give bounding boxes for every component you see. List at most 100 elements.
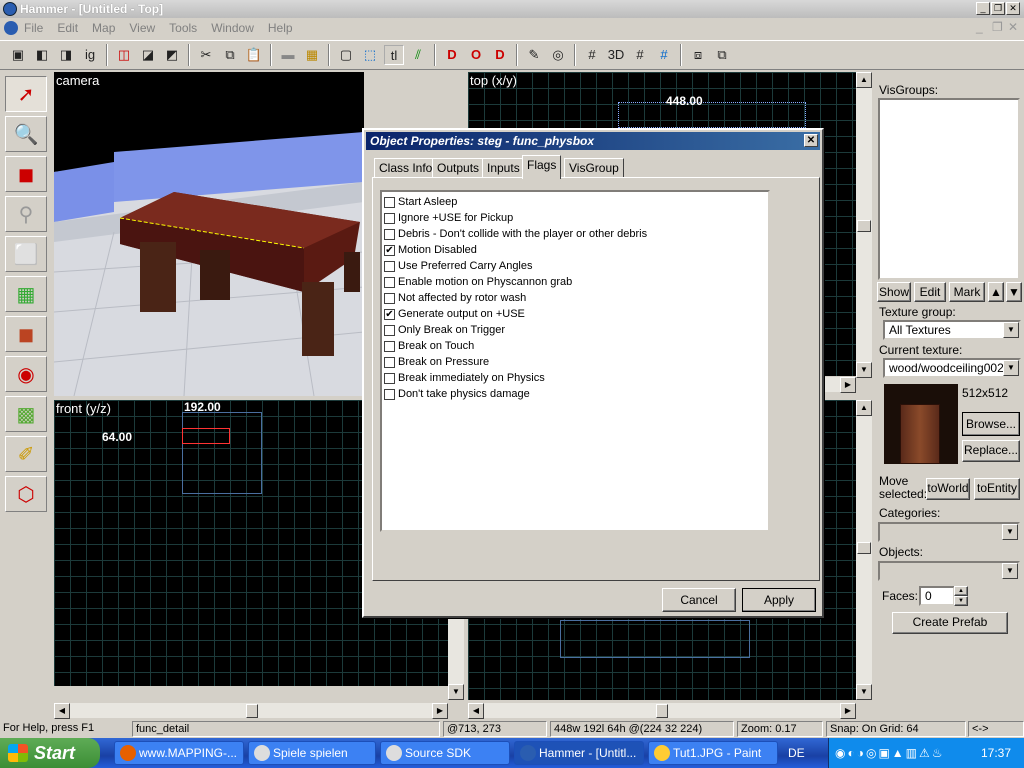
to-world-button[interactable]: toWorld — [926, 478, 970, 500]
clip-icon[interactable]: ✎ — [524, 45, 544, 65]
copy-icon[interactable]: ⧉ — [220, 45, 240, 65]
3d-grid-icon[interactable]: 3D — [606, 45, 626, 65]
restore-button[interactable]: ❐ — [991, 2, 1005, 15]
flag-checkbox[interactable] — [384, 324, 395, 336]
scroll-left-icon[interactable]: ◀ — [54, 703, 70, 719]
menu-window[interactable]: Window — [211, 21, 254, 35]
flag-row[interactable]: Use Preferred Carry Angles — [384, 258, 533, 274]
dr-icon[interactable]: D — [490, 45, 510, 65]
ungroup-icon[interactable]: ◪ — [138, 45, 158, 65]
title-bar[interactable]: Hammer - [Untitled - Top] _ ❐ ✕ — [0, 0, 1024, 18]
apply-button[interactable]: Apply — [742, 588, 816, 612]
front-selection-box[interactable] — [182, 428, 230, 444]
texture-app-tool-icon[interactable]: ▦ — [5, 276, 47, 312]
run-icon[interactable]: ◎ — [548, 45, 568, 65]
chevron-down-icon[interactable]: ▼ — [1003, 360, 1019, 376]
flag-row[interactable]: Break immediately on Physics — [384, 370, 545, 386]
cancel-button[interactable]: Cancel — [662, 588, 736, 612]
tab-inputs[interactable]: Inputs — [482, 158, 525, 178]
show-button[interactable]: Show — [877, 282, 911, 302]
camera-viewport[interactable]: camera — [54, 72, 364, 396]
apply-texture-tool-icon[interactable]: ◼ — [5, 316, 47, 352]
align2-icon[interactable]: ⧉ — [712, 45, 732, 65]
flag-row[interactable]: Enable motion on Physcannon grab — [384, 274, 572, 290]
cut-icon[interactable]: ✂ — [196, 45, 216, 65]
decal-tool-icon[interactable]: ◉ — [5, 356, 47, 392]
flag-checkbox[interactable]: ✔ — [384, 244, 395, 256]
ig-icon[interactable]: ig — [80, 45, 100, 65]
task-steam[interactable]: Spiele spielen — [248, 741, 376, 765]
tie-icon[interactable]: ◩ — [162, 45, 182, 65]
flag-checkbox[interactable] — [384, 292, 395, 304]
selection-tool-icon[interactable]: ➚ — [5, 76, 47, 112]
dialog-title-bar[interactable]: Object Properties: steg - func_physbox ✕ — [366, 132, 820, 150]
flag-row[interactable]: Don't take physics damage — [384, 386, 530, 402]
categories-select[interactable]: ▼ — [878, 522, 1020, 542]
scroll-down-icon[interactable]: ▼ — [856, 684, 872, 700]
scroll-right-icon[interactable]: ▶ — [840, 377, 856, 393]
group-icon[interactable]: ◫ — [114, 45, 134, 65]
scroll-thumb[interactable] — [246, 704, 258, 718]
flag-checkbox[interactable] — [384, 340, 395, 352]
menu-view[interactable]: View — [129, 21, 155, 35]
flag-checkbox[interactable] — [384, 212, 395, 224]
menu-file[interactable]: File — [24, 21, 43, 35]
flag-row[interactable]: Break on Pressure — [384, 354, 489, 370]
tab-class-info[interactable]: Class Info — [374, 158, 438, 178]
top-viewport-vscroll[interactable]: ▲ ▼ — [856, 72, 872, 378]
flag-checkbox[interactable] — [384, 196, 395, 208]
clip-tool-icon[interactable]: ✐ — [5, 436, 47, 472]
close-button[interactable]: ✕ — [1006, 2, 1020, 15]
scroll-left-icon[interactable]: ◀ — [468, 703, 484, 719]
flag-checkbox[interactable] — [384, 228, 395, 240]
dialog-close-icon[interactable]: ✕ — [804, 134, 818, 147]
start-button[interactable]: Start — [0, 738, 100, 768]
chevron-down-icon[interactable]: ▼ — [1002, 524, 1018, 540]
scroll-right-icon[interactable]: ▶ — [840, 703, 856, 719]
scroll-up-icon[interactable]: ▲ — [856, 400, 872, 416]
scroll-down-icon[interactable]: ▼ — [856, 362, 872, 378]
grid-icon[interactable]: # — [582, 45, 602, 65]
current-texture-select[interactable]: wood/woodceiling002a ▼ — [883, 358, 1021, 378]
scroll-down-icon[interactable]: ▼ — [448, 684, 464, 700]
flags-list[interactable]: Start Asleep Ignore +USE for Pickup Debris… — [380, 190, 770, 532]
save-icon[interactable]: ◨ — [56, 45, 76, 65]
side-viewport-vscroll[interactable]: ▲ ▼ — [856, 400, 872, 700]
tray-icons[interactable]: ◉◐◑◎▣▲▥⚠♨ — [835, 746, 945, 760]
front-viewport-hscroll[interactable]: ◀ ▶ — [54, 702, 448, 719]
flag-row[interactable]: Debris - Don't collide with the player o… — [384, 226, 647, 242]
carve-icon[interactable]: ⫽ — [408, 45, 428, 65]
language-indicator[interactable]: DE — [788, 746, 805, 760]
align-icon[interactable]: ⧈ — [688, 45, 708, 65]
magnify-tool-icon[interactable]: 🔍 — [5, 116, 47, 152]
smaller-grid-icon[interactable]: # — [630, 45, 650, 65]
camera-tool-icon[interactable]: ◼ — [5, 156, 47, 192]
menu-map[interactable]: Map — [92, 21, 115, 35]
move-down-icon[interactable]: ▼ — [1006, 282, 1022, 302]
texture-lock-icon[interactable]: ▦ — [302, 45, 322, 65]
move-up-icon[interactable]: ▲ — [988, 282, 1004, 302]
vertex-tool-icon[interactable]: ⬡ — [5, 476, 47, 512]
task-hammer[interactable]: Hammer - [Untitl... — [514, 741, 644, 765]
new-map-icon[interactable]: ▣ — [8, 45, 28, 65]
entity-tool-icon[interactable]: ⚲ — [5, 196, 47, 232]
to-entity-button[interactable]: toEntity — [974, 478, 1020, 500]
larger-grid-icon[interactable]: # — [654, 45, 674, 65]
mark-button[interactable]: Mark — [949, 282, 985, 302]
block-tool-icon[interactable]: ⬜ — [5, 236, 47, 272]
scroll-thumb[interactable] — [857, 542, 871, 554]
flag-row[interactable]: ✔ Generate output on +USE — [384, 306, 525, 322]
faces-spin-up-icon[interactable]: ▲ — [954, 586, 968, 596]
scroll-thumb[interactable] — [857, 220, 871, 232]
minimize-button[interactable]: _ — [976, 2, 990, 15]
mdi-close-icon[interactable]: ✕ — [1008, 20, 1018, 34]
scroll-right-icon[interactable]: ▶ — [432, 703, 448, 719]
flag-row[interactable]: ✔ Motion Disabled — [384, 242, 477, 258]
flag-checkbox[interactable] — [384, 372, 395, 384]
task-source-sdk[interactable]: Source SDK — [380, 741, 510, 765]
load-icon[interactable]: ◧ — [32, 45, 52, 65]
visgroups-list[interactable] — [878, 98, 1020, 280]
tab-visgroup[interactable]: VisGroup — [564, 158, 624, 178]
tl-icon[interactable]: tl — [384, 45, 404, 65]
ov-icon[interactable]: O — [466, 45, 486, 65]
